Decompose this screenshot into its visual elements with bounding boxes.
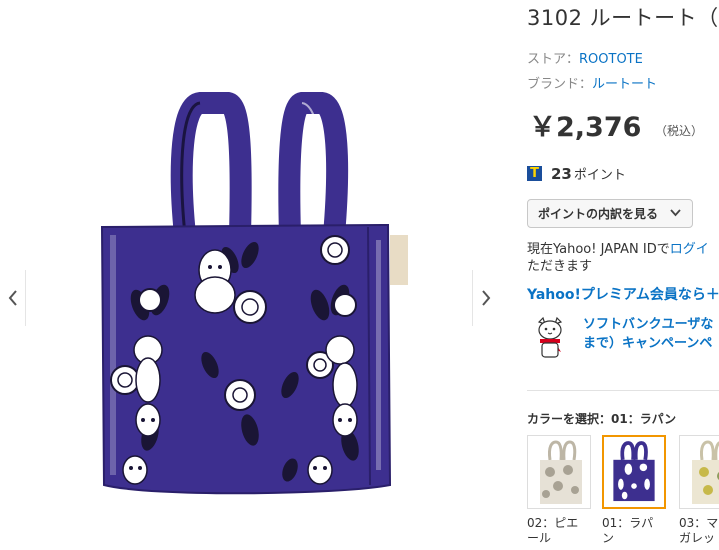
softbank-campaign[interactable]: ソフトバンクユーザな まで）キャンペーンペ [527, 312, 719, 362]
product-main-image[interactable] [90, 75, 410, 515]
prev-image-button[interactable] [0, 270, 26, 326]
login-notice-line2: ただきます [527, 259, 593, 274]
premium-member-link[interactable]: Yahoo!プレミアム会員なら＋ [527, 284, 719, 304]
color-option-03[interactable] [679, 435, 719, 509]
color-option-label: 02：ピエール [527, 516, 579, 545]
softbank-dog-icon [537, 316, 563, 358]
store-label: ストア： [527, 52, 580, 67]
points-value: 23 [551, 164, 572, 183]
login-notice-text: 現在Yahoo! JAPAN IDで [527, 242, 670, 257]
login-link[interactable]: ログイ [670, 242, 709, 257]
product-price: ￥2,376 [529, 112, 642, 143]
color-option-image [692, 440, 719, 504]
divider [527, 390, 719, 391]
softbank-campaign-text: ソフトバンクユーザな まで）キャンペーンペ [583, 315, 713, 353]
softbank-line1: ソフトバンクユーザな [583, 317, 714, 332]
points-unit: ポイント [573, 168, 626, 183]
chevron-left-icon [8, 290, 17, 306]
store-row: ストア：ROOTOTE [527, 48, 643, 67]
color-option-label: 03：マーガレット [679, 516, 719, 545]
product-info-panel: 3102 ルートート（ ストア：ROOTOTE ブランド：ルートート ￥2,37… [527, 0, 719, 550]
color-option-image [540, 440, 582, 504]
product-image-gallery [0, 0, 500, 550]
brand-link[interactable]: ルートート [592, 77, 657, 92]
brand-label: ブランド： [527, 77, 593, 92]
chevron-right-icon [481, 290, 490, 306]
product-title: 3102 ルートート（ [527, 6, 719, 30]
next-image-button[interactable] [472, 270, 498, 326]
points-row: T 23 ポイント [527, 164, 626, 183]
login-notice: 現在Yahoo! JAPAN IDでログイ ただきます [527, 241, 709, 275]
store-link[interactable]: ROOTOTE [579, 52, 643, 67]
color-option-label: 01：ラパン [602, 516, 654, 545]
softbank-line2: まで）キャンペーンペ [583, 336, 713, 351]
color-option-image [613, 441, 655, 502]
t-point-icon: T [527, 166, 542, 181]
points-breakdown-label: ポイントの内訳を見る [538, 207, 659, 221]
chevron-down-icon [670, 207, 681, 220]
color-option-01[interactable] [602, 435, 666, 509]
points-breakdown-button[interactable]: ポイントの内訳を見る [527, 199, 693, 228]
brand-row: ブランド：ルートート [527, 73, 657, 92]
tax-note: （税込） [655, 124, 704, 138]
color-select-label: カラーを選択：01：ラパン [527, 412, 677, 426]
color-option-02[interactable] [527, 435, 591, 509]
